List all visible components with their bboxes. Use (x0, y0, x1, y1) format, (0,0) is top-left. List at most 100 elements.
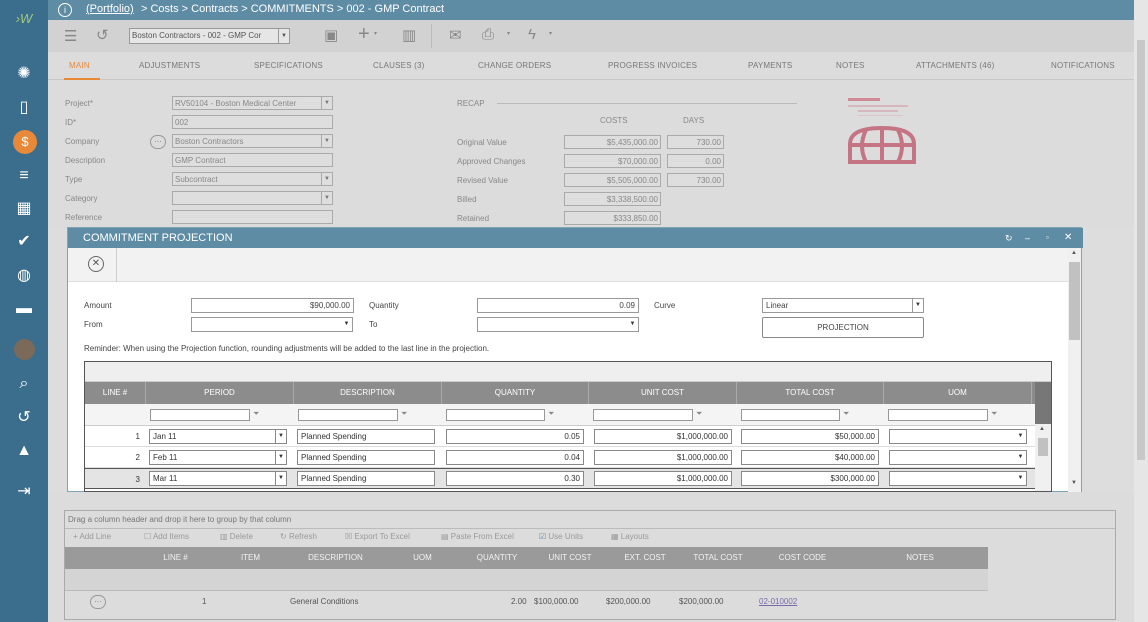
more-options-icon[interactable]: ··· (150, 135, 166, 149)
globe-icon[interactable]: ◍ (12, 265, 36, 287)
chevron-down-icon[interactable]: ▼ (1015, 472, 1026, 485)
tab-adjustments[interactable]: ADJUSTMENTS (139, 61, 200, 70)
table-row[interactable]: 3 Mar 11 ▼ Planned Spending 0.30 $1,000,0… (85, 468, 1035, 489)
record-selector[interactable]: Boston Contractors - 002 - GMP Cor ▼ (129, 28, 290, 44)
filter-icon[interactable]: ⏷ (843, 409, 849, 419)
building-icon[interactable]: ▦ (12, 198, 36, 220)
chevron-down-icon[interactable]: ▼ (321, 173, 332, 185)
tab-change-orders[interactable]: CHANGE ORDERS (478, 61, 551, 70)
description-input[interactable]: Planned Spending (297, 450, 435, 465)
logout-icon[interactable]: ⇥ (12, 481, 36, 503)
delete-button[interactable]: ▥ Delete (220, 532, 253, 541)
col-total-cost[interactable]: TOTAL COST (683, 547, 753, 569)
to-select[interactable]: ▼ (477, 317, 639, 332)
description-filter-input[interactable] (298, 409, 398, 421)
unit-cost-filter-input[interactable] (593, 409, 693, 421)
table-row[interactable]: 2 Feb 11 ▼ Planned Spending 0.04 $1,000,0… (85, 447, 1035, 468)
col-notes[interactable]: NOTES (855, 547, 985, 569)
chevron-down-icon[interactable]: ▼ (912, 299, 923, 312)
row-cost-code-link[interactable]: 02-010002 (759, 597, 797, 606)
col-quantity[interactable]: QUANTITY (442, 382, 589, 404)
filter-icon[interactable]: ⏷ (253, 409, 259, 419)
unit-cost-input[interactable]: $1,000,000.00 (594, 429, 732, 444)
table-row[interactable]: 1 Jan 11 ▼ Planned Spending 0.05 $1,000,0… (85, 426, 1035, 447)
col-line[interactable]: LINE # (138, 547, 213, 569)
dialog-scrollbar[interactable]: ▲ ▼ (1068, 248, 1081, 492)
scroll-up-icon[interactable]: ▲ (1039, 426, 1045, 432)
scroll-up-icon[interactable]: ▲ (1071, 250, 1077, 256)
page-scrollbar[interactable] (1134, 0, 1148, 622)
description-field[interactable]: GMP Contract (172, 153, 333, 167)
chevron-down-icon[interactable]: ▼ (275, 451, 286, 464)
close-icon[interactable]: ✕ (1064, 228, 1072, 248)
tab-specifications[interactable]: SPECIFICATIONS (254, 61, 323, 70)
period-select[interactable]: Jan 11 ▼ (149, 429, 287, 444)
tab-attachments[interactable]: ATTACHMENTS (46) (916, 61, 994, 70)
tab-main[interactable]: MAIN (69, 61, 90, 70)
quantity-input[interactable]: 0.30 (446, 471, 584, 486)
chevron-down-icon[interactable]: ▼ (1015, 430, 1026, 443)
grid-scrollbar-thumb[interactable] (1038, 438, 1048, 456)
filter-icon[interactable]: ⏷ (696, 409, 702, 419)
unit-cost-input[interactable]: $1,000,000.00 (594, 471, 732, 486)
save-icon[interactable]: ▣ (324, 26, 338, 44)
col-uom[interactable]: UOM (884, 382, 1032, 404)
project-field[interactable]: RV50104 - Boston Medical Center ▼ (172, 96, 333, 110)
chevron-down-icon[interactable]: ▼ (627, 318, 638, 331)
filter-icon[interactable]: ⏷ (548, 409, 554, 419)
breadcrumb-portfolio-link[interactable]: (Portfolio) (86, 3, 134, 15)
curve-select[interactable]: Linear ▼ (762, 298, 924, 313)
chevron-down-icon[interactable]: ▼ (321, 192, 332, 204)
table-row[interactable]: ··· 1 General Conditions 2.00 $100,000.0… (65, 591, 988, 613)
uom-select[interactable]: ▼ (889, 450, 1027, 465)
col-cost-code[interactable]: COST CODE (755, 547, 850, 569)
layouts-button[interactable]: ▦ Layouts (611, 532, 649, 541)
bulb-icon[interactable]: ✺ (12, 63, 36, 85)
trash-icon[interactable]: ▥ (402, 26, 416, 44)
add-items-button[interactable]: ☐ Add Items (144, 532, 189, 541)
quantity-filter-input[interactable] (446, 409, 545, 421)
print-icon[interactable]: ⎙ (482, 26, 494, 43)
refresh-icon[interactable]: ↻ (1005, 228, 1013, 248)
workflow-bolt-icon[interactable]: ϟ (528, 26, 536, 43)
category-field[interactable]: ▼ (172, 191, 333, 205)
chevron-down-icon[interactable]: ▼ (1015, 451, 1026, 464)
chevron-down-icon[interactable]: ▼ (341, 318, 352, 331)
tab-notifications[interactable]: NOTIFICATIONS (1051, 61, 1115, 70)
type-field[interactable]: Subcontract ▼ (172, 172, 333, 186)
quantity-input[interactable]: 0.04 (446, 450, 584, 465)
col-unit-cost[interactable]: UNIT COST (589, 382, 737, 404)
add-dropdown-icon[interactable]: ▾ (374, 30, 377, 37)
undo-history-icon[interactable]: ↺ (96, 26, 109, 44)
filter-icon[interactable]: ⏷ (401, 409, 407, 419)
col-total-cost[interactable]: TOTAL COST (737, 382, 884, 404)
uom-select[interactable]: ▼ (889, 429, 1027, 444)
col-line[interactable]: LINE # (85, 382, 146, 404)
page-scrollbar-thumb[interactable] (1137, 40, 1145, 460)
print-dropdown-icon[interactable]: ▾ (507, 30, 510, 37)
workflow-dropdown-icon[interactable]: ▾ (549, 30, 552, 37)
costs-dollar-icon[interactable]: $ (13, 130, 37, 154)
col-ext-cost[interactable]: EXT. COST (610, 547, 680, 569)
tab-payments[interactable]: PAYMENTS (748, 61, 792, 70)
company-field[interactable]: Boston Contractors ▼ (172, 134, 333, 148)
gantt-icon[interactable]: ≡ (12, 165, 36, 187)
id-field[interactable]: 002 (172, 115, 333, 129)
tab-notes[interactable]: NOTES (836, 61, 865, 70)
col-uom[interactable]: UOM (385, 547, 460, 569)
graduation-cap-icon[interactable]: ▲ (12, 440, 36, 462)
search-icon[interactable]: ⌕ (12, 373, 36, 395)
col-period[interactable]: PERIOD (146, 382, 294, 404)
app-logo-icon[interactable]: ›W (12, 8, 36, 30)
list-icon[interactable]: ☰ (64, 27, 77, 45)
scroll-down-icon[interactable]: ▼ (1071, 480, 1077, 486)
total-cost-filter-input[interactable] (741, 409, 840, 421)
add-icon[interactable]: + (358, 23, 370, 46)
reference-field[interactable] (172, 210, 333, 224)
briefcase-icon[interactable]: ▬ (12, 298, 36, 320)
from-select[interactable]: ▼ (191, 317, 353, 332)
col-quantity[interactable]: QUANTITY (462, 547, 532, 569)
chevron-down-icon[interactable]: ▼ (275, 430, 286, 443)
add-line-button[interactable]: + Add Line (73, 532, 111, 541)
description-input[interactable]: Planned Spending (297, 471, 435, 486)
